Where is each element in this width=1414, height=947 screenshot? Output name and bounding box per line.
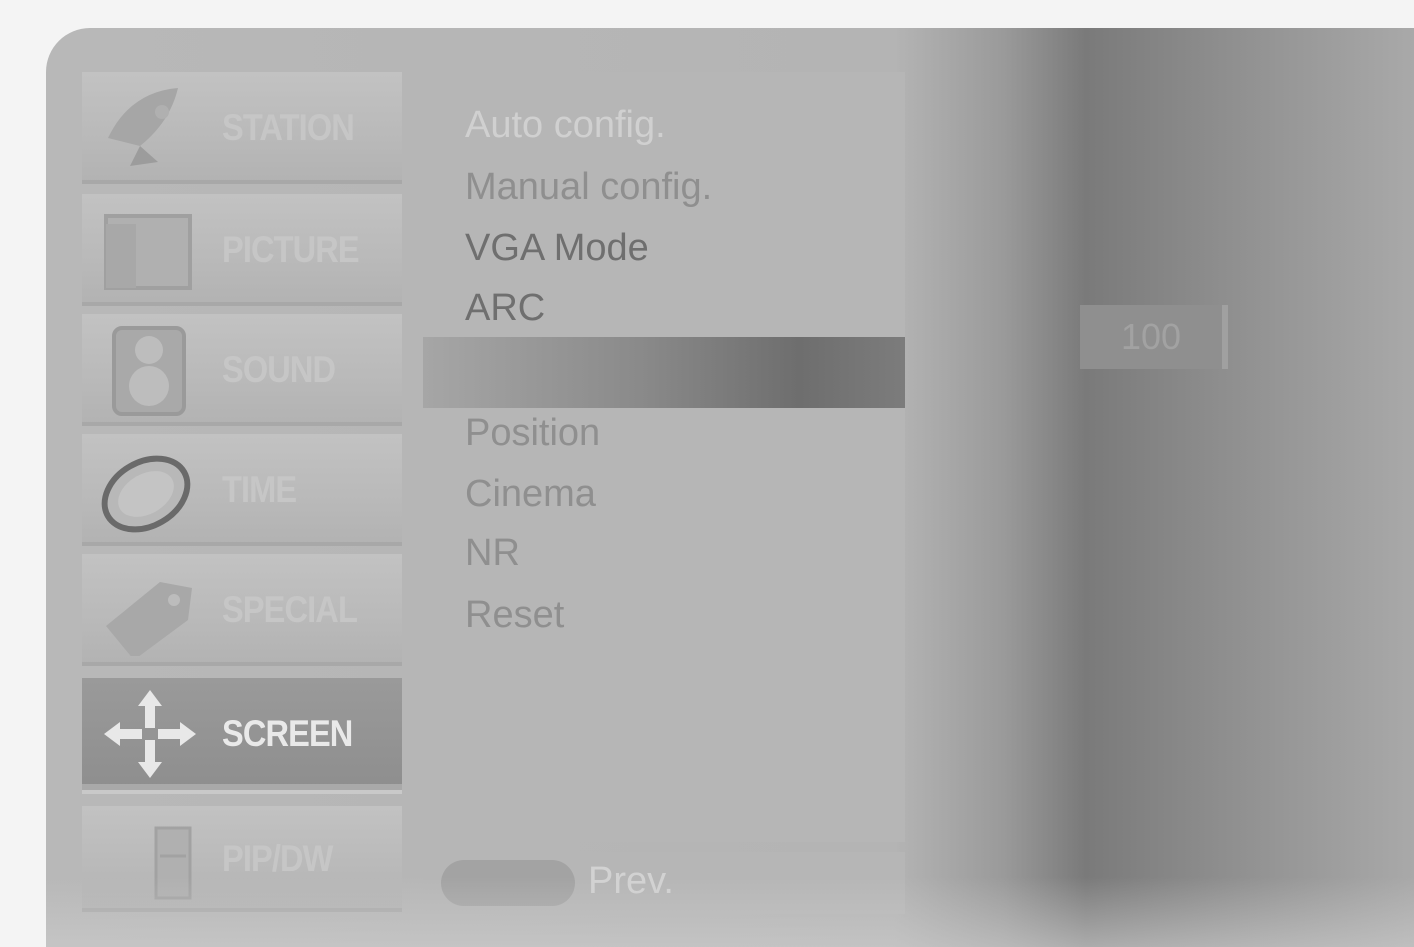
menu-item-label: PICTURE — [222, 229, 360, 270]
tag-icon — [106, 582, 192, 656]
menu-item-label: TIME — [222, 469, 297, 510]
menu-button-icon — [441, 860, 575, 906]
menu-item-label: STATION — [222, 107, 355, 148]
menu-item-picture[interactable]: PICTURE — [82, 194, 402, 306]
menu-item-label: SOUND — [222, 349, 336, 390]
prev-button[interactable]: Prev. — [588, 860, 674, 903]
menu-item-label: SCREEN — [222, 713, 353, 754]
menu-item-screen[interactable]: SCREEN — [82, 678, 402, 790]
screen-submenu-top: Auto config. Manual config. VGA Mode ARC — [423, 72, 905, 337]
tv-osd-screen: STATION PICTURE SOUND TIME SPECIAL SCREE… — [46, 28, 1414, 947]
submenu-item-reset[interactable]: Reset — [465, 594, 564, 637]
menu-item-time[interactable]: TIME — [82, 434, 402, 546]
menu-item-special[interactable]: SPECIAL — [82, 554, 402, 666]
submenu-item-auto-config[interactable]: Auto config. — [465, 104, 666, 147]
clock-icon — [101, 455, 191, 533]
pip-icon — [154, 826, 192, 900]
menu-item-label: PIP/DW — [222, 838, 333, 879]
picture-icon — [104, 214, 192, 290]
submenu-item-position[interactable]: Position — [465, 412, 600, 455]
move-arrows-icon — [104, 690, 196, 778]
submenu-item-cinema[interactable]: Cinema — [465, 473, 596, 516]
value-display: 100 — [1080, 305, 1228, 369]
submenu-item-manual-config[interactable]: Manual config. — [465, 166, 712, 209]
menu-item-sound[interactable]: SOUND — [82, 314, 402, 426]
selection-band — [423, 337, 905, 408]
menu-item-pip-dw[interactable]: PIP/DW — [82, 806, 402, 912]
screen-submenu-bottom: Position Cinema NR Reset — [423, 408, 905, 842]
submenu-item-vga-mode[interactable]: VGA Mode — [465, 227, 649, 270]
satellite-dish-icon — [108, 88, 178, 166]
speaker-icon — [112, 326, 186, 416]
menu-item-label: SPECIAL — [222, 589, 358, 630]
submenu-item-nr[interactable]: NR — [465, 532, 520, 575]
submenu-item-arc[interactable]: ARC — [465, 287, 545, 330]
navigation-bar: Prev. — [423, 852, 905, 914]
menu-item-station[interactable]: STATION — [82, 72, 402, 184]
